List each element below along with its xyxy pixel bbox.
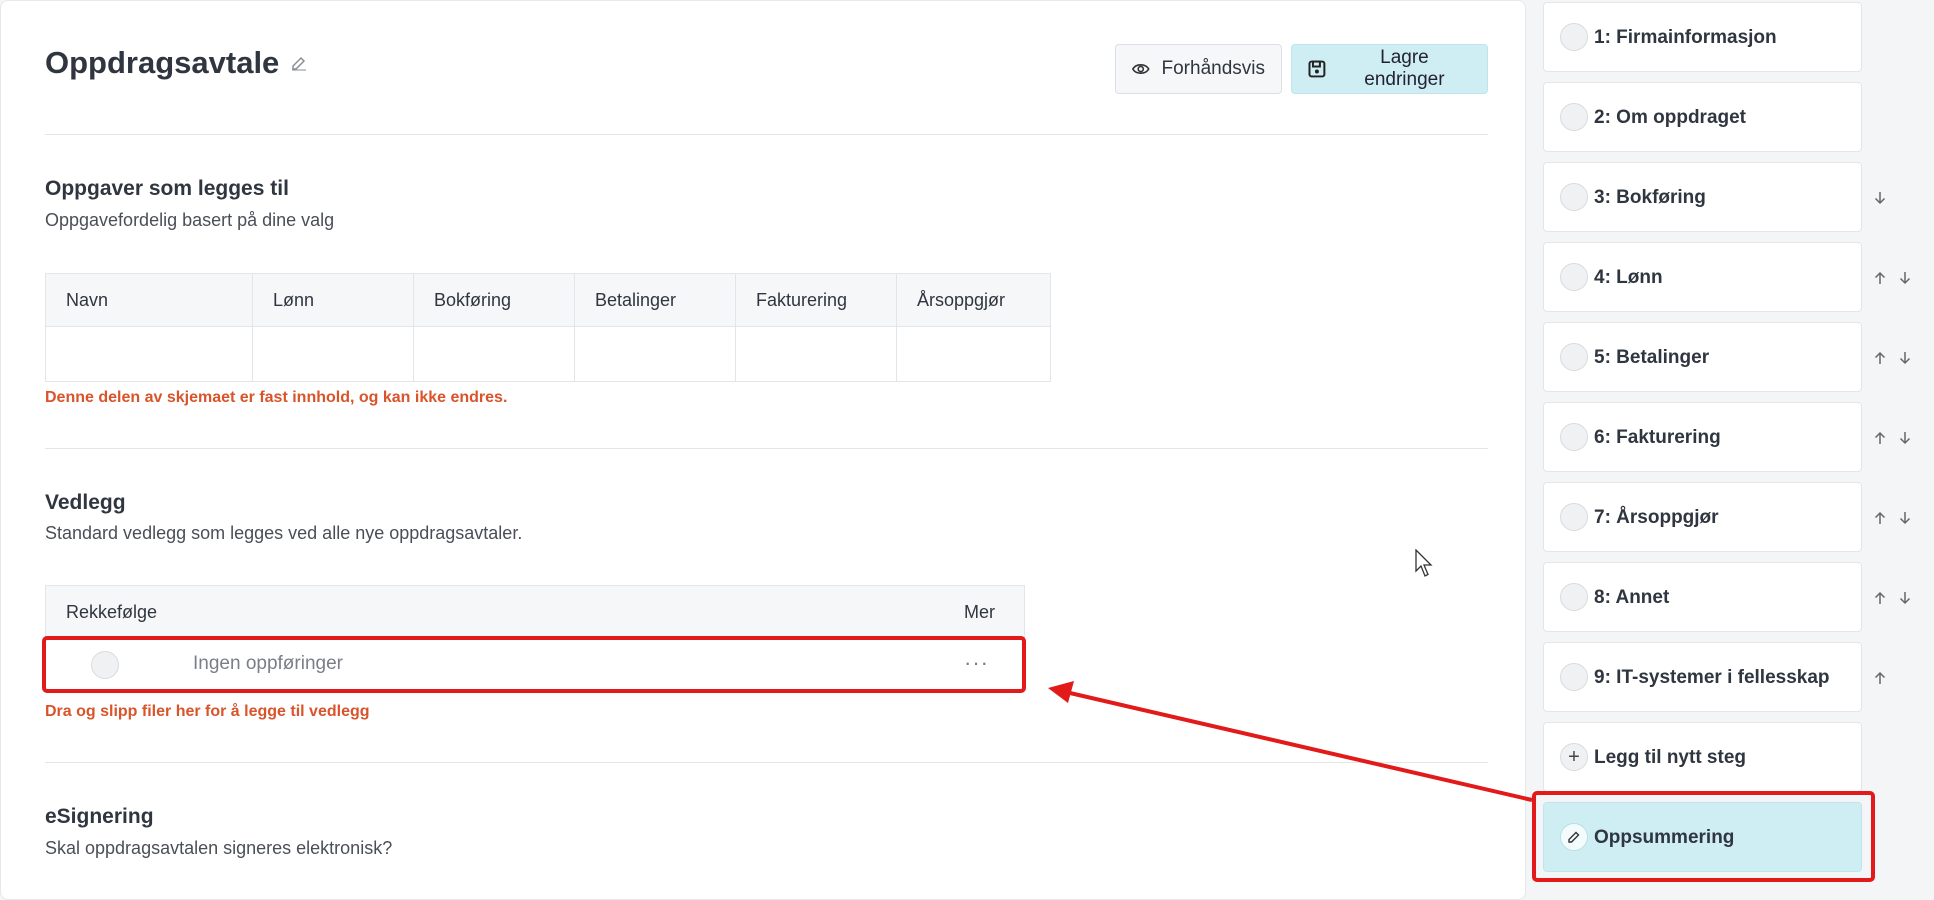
step-label: 1: Firmainformasjon [1594,27,1777,48]
table-row [45,326,1051,382]
empty-list-text: Ingen oppføringer [193,653,343,674]
order-circle[interactable] [91,651,119,679]
step-status-circle [1560,183,1588,211]
step-summary[interactable]: Oppsummering [1543,802,1862,872]
edit-title-icon[interactable] [291,55,307,71]
attachments-section-subtitle: Standard vedlegg som legges ved alle nye… [45,523,523,543]
move-up-icon[interactable] [1873,590,1887,606]
step-status-circle [1560,423,1588,451]
step-label: 6: Fakturering [1594,427,1721,448]
step-label: 4: Lønn [1594,267,1663,288]
save-button[interactable]: Lagre endringer [1291,44,1488,94]
edit-icon [1560,823,1588,851]
divider [45,762,1488,763]
tasks-table-header: Navn Lønn Bokføring Betalinger Faktureri… [45,273,1051,327]
move-up-icon[interactable] [1873,270,1887,286]
main-panel: Oppdragsavtale Forhåndsvis Lagre endring… [0,0,1526,900]
page-title: Oppdragsavtale [45,45,280,80]
more-options-icon[interactable]: ··· [964,650,989,676]
column-header-annual-settlement: Årsoppgjør [896,273,1051,327]
tasks-table: Navn Lønn Bokføring Betalinger Faktureri… [45,273,1051,382]
eye-icon [1132,64,1150,74]
move-down-icon[interactable] [1873,190,1887,206]
add-step-label: Legg til nytt steg [1594,747,1746,768]
step-status-circle [1560,343,1588,371]
move-down-icon[interactable] [1898,350,1912,366]
tasks-section-subtitle: Oppgavefordelig basert på dine valg [45,210,335,230]
step-label: 7: Årsoppgjør [1594,507,1719,528]
divider [45,448,1488,449]
step-label: 9: IT-systemer i fellesskap [1594,667,1830,688]
esign-section-title: eSignering [45,805,154,828]
step-status-circle [1560,583,1588,611]
mouse-cursor-icon [1415,549,1433,577]
step-label: 3: Bokføring [1594,187,1706,208]
step-status-circle [1560,503,1588,531]
step-status-circle [1560,663,1588,691]
move-down-icon[interactable] [1898,590,1912,606]
esign-section-subtitle: Skal oppdragsavtalen signeres elektronis… [45,838,393,858]
summary-label: Oppsummering [1594,827,1735,848]
preview-button[interactable]: Forhåndsvis [1115,44,1282,94]
move-up-icon[interactable] [1873,510,1887,526]
step-status-circle [1560,263,1588,291]
attachments-section-title: Vedlegg [45,491,126,514]
column-header-name: Navn [45,273,253,327]
step-item[interactable]: 2: Om oppdraget [1543,82,1862,152]
attachments-table-header: Rekkefølge Mer [45,585,1025,639]
step-item[interactable]: 8: Annet [1543,562,1862,632]
step-item[interactable]: 1: Firmainformasjon [1543,2,1862,72]
save-button-label: Lagre endringer [1364,47,1445,90]
move-up-icon[interactable] [1873,670,1887,686]
move-up-icon[interactable] [1873,350,1887,366]
move-down-icon[interactable] [1898,270,1912,286]
save-icon [1308,60,1326,78]
column-header-salary: Lønn [252,273,414,327]
column-header-invoicing: Fakturering [735,273,897,327]
column-header-payments: Betalinger [574,273,736,327]
step-label: 5: Betalinger [1594,347,1710,368]
step-item[interactable]: 4: Lønn [1543,242,1862,312]
step-status-circle [1560,103,1588,131]
step-item[interactable]: 3: Bokføring [1543,162,1862,232]
step-status-circle [1560,23,1588,51]
add-step-button[interactable]: + Legg til nytt steg [1543,722,1862,792]
step-item[interactable]: 6: Fakturering [1543,402,1862,472]
plus-icon: + [1560,743,1588,771]
step-item[interactable]: 5: Betalinger [1543,322,1862,392]
move-up-icon[interactable] [1873,430,1887,446]
step-item[interactable]: 9: IT-systemer i fellesskap [1543,642,1862,712]
move-down-icon[interactable] [1898,430,1912,446]
drop-hint: Dra og slipp filer her for å legge til v… [45,703,370,720]
move-down-icon[interactable] [1898,510,1912,526]
step-label: 2: Om oppdraget [1594,107,1747,128]
divider [45,134,1488,135]
column-header-more: Mer [964,602,995,622]
column-header-bookkeeping: Bokføring [413,273,575,327]
attachments-empty-row[interactable]: Ingen oppføringer ··· [45,639,1025,691]
step-label: 8: Annet [1594,587,1670,608]
step-item[interactable]: 7: Årsoppgjør [1543,482,1862,552]
column-header-order: Rekkefølge [66,602,158,622]
preview-button-label: Forhåndsvis [1161,58,1266,79]
fixed-content-note: Denne delen av skjemaet er fast innhold,… [45,389,508,406]
tasks-section-title: Oppgaver som legges til [45,177,289,200]
